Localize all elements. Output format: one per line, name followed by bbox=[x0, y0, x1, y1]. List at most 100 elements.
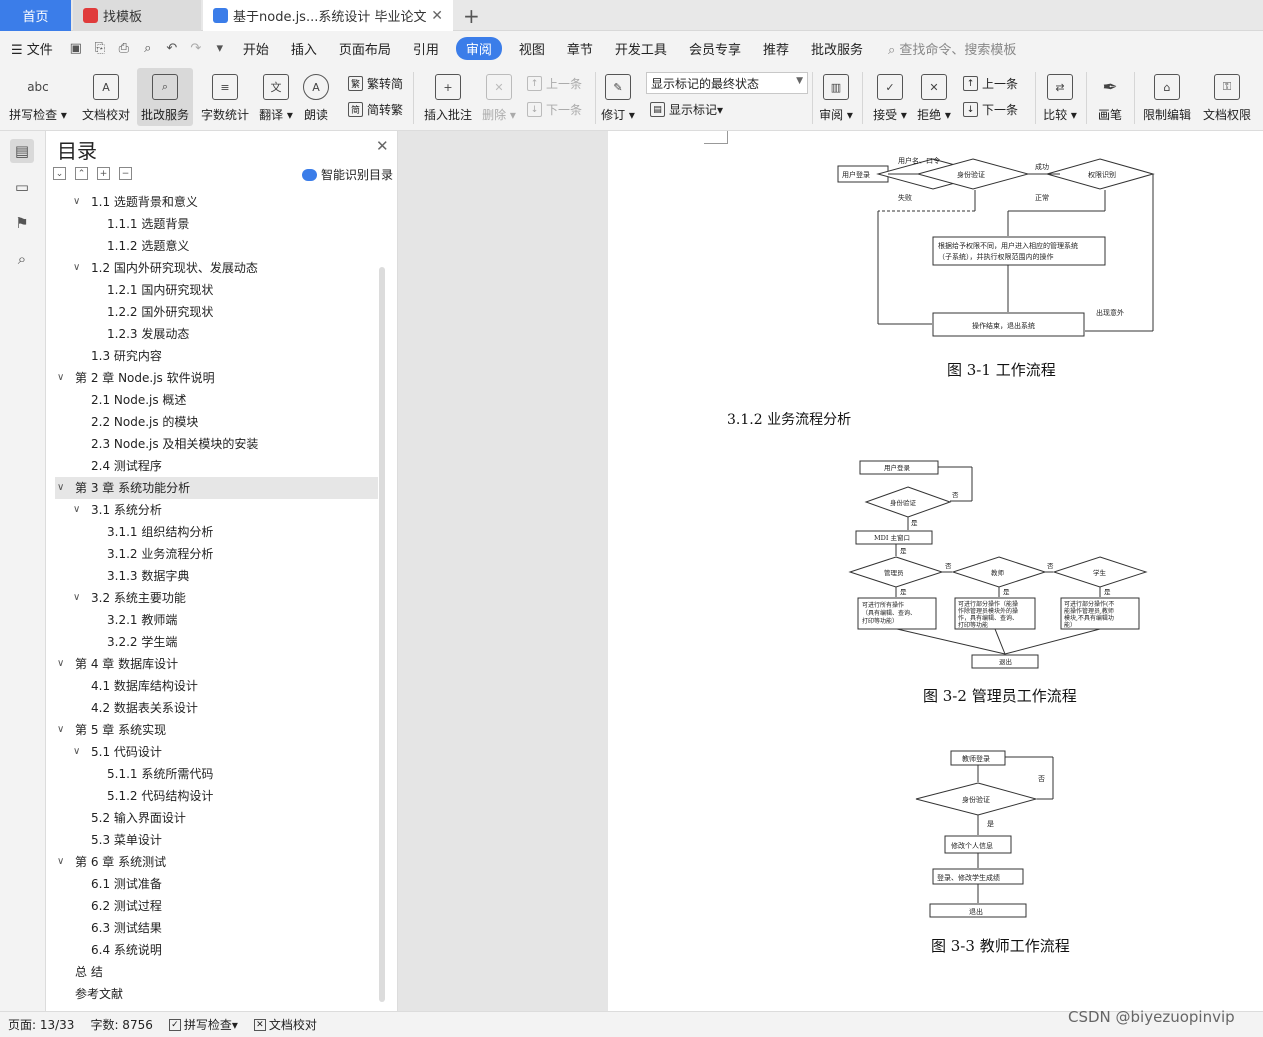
toc-item[interactable]: 2.4 测试程序 bbox=[55, 455, 378, 477]
print-preview-icon[interactable]: ⌕ bbox=[139, 40, 157, 58]
chevron-down-icon[interactable]: ∨ bbox=[73, 587, 80, 609]
export-pdf-icon[interactable]: ⎘ bbox=[91, 40, 109, 58]
toc-item[interactable]: 1.2.1 国内研究现状 bbox=[55, 279, 378, 301]
menu-dev-tools[interactable]: 开发工具 bbox=[604, 39, 678, 58]
spell-check-button[interactable]: abc 拼写检查 ▾ bbox=[8, 68, 68, 126]
doc-check-button[interactable]: A 文档校对 bbox=[78, 68, 134, 126]
toc-item[interactable]: 1.2.2 国外研究现状 bbox=[55, 301, 378, 323]
expand-all-icon[interactable]: ⌃ bbox=[75, 167, 88, 180]
prev-comment-button[interactable]: ↑ 上一条 bbox=[527, 75, 582, 92]
pen-button[interactable]: ✒ 画笔 bbox=[1092, 68, 1128, 126]
bookmark-icon[interactable]: ⚑ bbox=[10, 211, 34, 235]
toc-item[interactable]: 1.3 研究内容 bbox=[55, 345, 378, 367]
doc-check-status[interactable]: ✕ 文档校对 bbox=[246, 1016, 325, 1033]
redo-icon[interactable]: ↷ bbox=[187, 40, 205, 58]
toc-item[interactable]: 2.1 Node.js 概述 bbox=[55, 389, 378, 411]
toc-item[interactable]: ∨ 第 6 章 系统测试 bbox=[55, 851, 378, 873]
toc-item[interactable]: ∨ 第 5 章 系统实现 bbox=[55, 719, 378, 741]
toc-item[interactable]: 参考文献 bbox=[55, 983, 378, 1005]
toc-item[interactable]: 1.1.2 选题意义 bbox=[55, 235, 378, 257]
menu-start[interactable]: 开始 bbox=[232, 39, 280, 58]
word-count-button[interactable]: ≡ 字数统计 bbox=[197, 68, 253, 126]
close-icon[interactable]: ✕ bbox=[376, 137, 389, 155]
toc-item[interactable]: 2.3 Node.js 及相关模块的安装 bbox=[55, 433, 378, 455]
toc-item[interactable]: 总 结 bbox=[55, 961, 378, 983]
toc-item[interactable]: ∨ 第 3 章 系统功能分析 bbox=[55, 477, 378, 499]
insert-comment-button[interactable]: + 插入批注 bbox=[420, 68, 476, 126]
toc-item[interactable]: 6.3 测试结果 bbox=[55, 917, 378, 939]
toc-item[interactable]: ∨ 5.1 代码设计 bbox=[55, 741, 378, 763]
file-menu[interactable]: ☰ 文件 bbox=[0, 39, 64, 58]
review-pane-button[interactable]: ▥ 审阅 ▾ bbox=[816, 68, 856, 126]
tab-home[interactable]: 首页 bbox=[0, 0, 71, 31]
next-comment-button[interactable]: ↓ 下一条 bbox=[527, 101, 582, 118]
chevron-down-icon[interactable]: ∨ bbox=[57, 477, 64, 499]
chevron-down-icon[interactable]: ∨ bbox=[73, 257, 80, 279]
toc-item[interactable]: ∨ 1.1 选题背景和意义 bbox=[55, 191, 378, 213]
menu-view[interactable]: 视图 bbox=[508, 39, 556, 58]
track-changes-button[interactable]: ✎ 修订 ▾ bbox=[600, 68, 636, 126]
menu-member[interactable]: 会员专享 bbox=[678, 39, 752, 58]
toc-item[interactable]: ∨ 第 2 章 Node.js 软件说明 bbox=[55, 367, 378, 389]
prev-change-button[interactable]: ↑ 上一条 bbox=[963, 75, 1018, 92]
quick-access-dropdown-icon[interactable]: ▾ bbox=[211, 40, 229, 58]
toc-item[interactable]: 5.3 菜单设计 bbox=[55, 829, 378, 851]
toc-item[interactable]: ∨ 3.1 系统分析 bbox=[55, 499, 378, 521]
document-page[interactable]: 用户登录 用户名、口令 身份验证 成功 权限识别 失败 正常 根据给予权限不同，… bbox=[608, 131, 1263, 1011]
accept-button[interactable]: ✓ 接受 ▾ bbox=[870, 68, 910, 126]
next-change-button[interactable]: ↓ 下一条 bbox=[963, 101, 1018, 118]
collapse-all-icon[interactable]: ⌄ bbox=[53, 167, 66, 180]
save-icon[interactable]: ▣ bbox=[67, 40, 85, 58]
command-search[interactable]: ⌕ 查找命令、搜索模板 bbox=[874, 39, 1016, 58]
close-icon[interactable]: ✕ bbox=[431, 8, 443, 24]
chevron-down-icon[interactable]: ∨ bbox=[57, 367, 64, 389]
toc-item[interactable]: 5.2 输入界面设计 bbox=[55, 807, 378, 829]
toc-item[interactable]: 3.1.2 业务流程分析 bbox=[55, 543, 378, 565]
search-icon[interactable]: ⌕ bbox=[10, 247, 34, 271]
new-tab-button[interactable]: + bbox=[463, 4, 480, 28]
chevron-down-icon[interactable]: ∨ bbox=[57, 851, 64, 873]
chevron-down-icon[interactable]: ∨ bbox=[73, 191, 80, 213]
reject-button[interactable]: ✕ 拒绝 ▾ bbox=[914, 68, 954, 126]
toc-item[interactable]: 3.2.1 教师端 bbox=[55, 609, 378, 631]
menu-insert[interactable]: 插入 bbox=[280, 39, 328, 58]
restrict-edit-button[interactable]: ⌂ 限制编辑 bbox=[1140, 68, 1194, 126]
doc-permission-button[interactable]: ⚿ 文档权限 bbox=[1199, 68, 1255, 126]
toc-panel-icon[interactable]: ▤ bbox=[10, 139, 34, 163]
toc-item[interactable]: 6.2 测试过程 bbox=[55, 895, 378, 917]
toc-item[interactable]: 6.4 系统说明 bbox=[55, 939, 378, 961]
chevron-down-icon[interactable]: ∨ bbox=[73, 499, 80, 521]
toc-item[interactable]: ∨ 第 4 章 数据库设计 bbox=[55, 653, 378, 675]
menu-review[interactable]: 审阅 bbox=[455, 37, 502, 60]
chevron-down-icon[interactable]: ∨ bbox=[57, 719, 64, 741]
read-aloud-button[interactable]: A 朗读 bbox=[298, 68, 334, 126]
translate-button[interactable]: 文翻译 ▾ bbox=[256, 68, 296, 126]
toc-item[interactable]: 2.2 Node.js 的模块 bbox=[55, 411, 378, 433]
print-icon[interactable]: ⎙ bbox=[115, 40, 133, 58]
tab-document[interactable]: 基于node.js...系统设计 毕业论文 ✕ bbox=[203, 0, 453, 31]
markup-state-select[interactable]: 显示标记的最终状态 ▼ bbox=[646, 72, 808, 94]
toc-item[interactable]: 1.1.1 选题背景 bbox=[55, 213, 378, 235]
correction-service-button[interactable]: ⌕ 批改服务 bbox=[137, 68, 193, 126]
toc-item[interactable]: 5.1.2 代码结构设计 bbox=[55, 785, 378, 807]
trad-to-simp-button[interactable]: 繁繁转简 bbox=[348, 75, 403, 92]
word-count-indicator[interactable]: 字数: 8756 bbox=[82, 1016, 160, 1033]
toc-item[interactable]: 3.2.2 学生端 bbox=[55, 631, 378, 653]
toc-item[interactable]: 1.2.3 发展动态 bbox=[55, 323, 378, 345]
menu-chapter[interactable]: 章节 bbox=[556, 39, 604, 58]
toc-item[interactable]: ∨ 1.2 国内外研究现状、发展动态 bbox=[55, 257, 378, 279]
menu-reference[interactable]: 引用 bbox=[402, 39, 450, 58]
smart-toc-button[interactable]: 智能识别目录 bbox=[302, 166, 393, 183]
chevron-down-icon[interactable]: ∨ bbox=[57, 653, 64, 675]
toc-item[interactable]: ∨ 3.2 系统主要功能 bbox=[55, 587, 378, 609]
chapter-nav-icon[interactable]: ▭ bbox=[10, 175, 34, 199]
toc-item[interactable]: 4.2 数据表关系设计 bbox=[55, 697, 378, 719]
chevron-down-icon[interactable]: ∨ bbox=[73, 741, 80, 763]
toc-scrollbar[interactable] bbox=[379, 267, 385, 1002]
toc-item[interactable]: 3.1.3 数据字典 bbox=[55, 565, 378, 587]
compare-button[interactable]: ⇄ 比较 ▾ bbox=[1040, 68, 1080, 126]
tab-template[interactable]: 找模板 bbox=[73, 0, 201, 31]
toc-item[interactable]: 6.1 测试准备 bbox=[55, 873, 378, 895]
delete-comment-button[interactable]: ✕ 删除 ▾ bbox=[481, 68, 517, 126]
spell-check-status[interactable]: ✓ 拼写检查 ▾ bbox=[161, 1016, 246, 1033]
